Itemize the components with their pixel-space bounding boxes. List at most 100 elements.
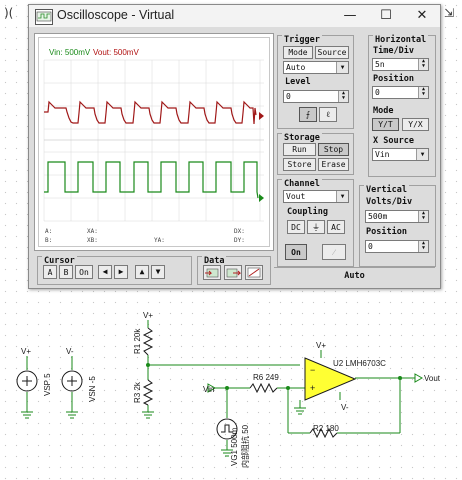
data-chart-button[interactable] <box>245 265 263 280</box>
vg1-label: VG1 500m <box>230 427 239 466</box>
time-div-label: Time/Div <box>373 46 414 56</box>
storage-group: Storage Run Stop Store Erase <box>277 133 354 175</box>
vertical-title: Vertical <box>364 185 409 195</box>
mode-yt-button[interactable]: Y/T <box>372 118 399 131</box>
trigger-source-button[interactable]: Source <box>315 46 349 59</box>
storage-run-button[interactable]: Run <box>283 143 316 156</box>
vout-marker <box>259 112 264 120</box>
r3-label: R3 2k <box>133 381 142 403</box>
opamp-minus: − <box>310 365 315 375</box>
channel-value: Vout <box>286 192 306 201</box>
cursor-down-button[interactable]: ▼ <box>151 265 165 279</box>
maximize-button[interactable]: ☐ <box>368 5 404 27</box>
trigger-mode-select[interactable]: Auto ▼ <box>283 61 349 74</box>
data-export-button[interactable] <box>224 265 242 280</box>
vout-port-icon <box>414 373 424 383</box>
step-up-icon: ▲ <box>139 267 145 276</box>
mode-yx-button[interactable]: Y/X <box>402 118 429 131</box>
chevron-down-icon: ▼ <box>336 191 348 202</box>
spinner-icon[interactable]: ▲ ▼ <box>418 59 428 70</box>
storage-erase-button[interactable]: Erase <box>318 158 349 171</box>
r1-label: R1 20k <box>133 328 142 354</box>
cursor-a-button[interactable]: A <box>43 265 57 279</box>
vout-label: Vout <box>424 374 441 383</box>
r3-resistor <box>142 379 154 406</box>
cursor-group: Cursor A B On ◀ ▶ ▲ ▼ <box>37 256 192 285</box>
export-icon <box>226 268 242 278</box>
opamp-plus: + <box>310 383 315 393</box>
trigger-group: Trigger Mode Source Auto ▼ Level 0 ▲ ▼ ⨍ … <box>277 35 354 129</box>
storage-store-button[interactable]: Store <box>283 158 316 171</box>
vsp-vplus-label: V+ <box>21 347 31 356</box>
x-source-label: X Source <box>373 136 414 146</box>
cursor-up-button[interactable]: ▲ <box>135 265 149 279</box>
trigger-level-label: Level <box>285 77 311 87</box>
opamp-label: U2 LMH6703C <box>333 359 386 368</box>
coupling-ac-button[interactable]: AC <box>327 220 345 234</box>
spinner-icon[interactable]: ▲ ▼ <box>418 87 428 98</box>
import-icon <box>205 268 219 278</box>
split-icon[interactable]: )( <box>4 6 13 20</box>
r1-vplus-label: V+ <box>143 311 153 320</box>
vg1-impedance-label: 内部阻抗 50 <box>240 424 250 468</box>
h-position-label: Position <box>373 74 414 84</box>
vsp-label: VSP 5 <box>43 373 52 396</box>
storage-stop-button[interactable]: Stop <box>318 143 349 156</box>
trigger-title: Trigger <box>282 35 322 45</box>
r2-label: R2 180 <box>313 424 339 433</box>
v-position-label: Position <box>366 227 407 237</box>
close-button[interactable]: ✕ <box>404 5 440 27</box>
right-toolbar-fragment: ⇲ <box>440 0 462 40</box>
source-marks <box>22 376 233 433</box>
schematic-wires <box>26 320 415 450</box>
vsn-label: VSN -5 <box>88 376 97 402</box>
oscilloscope-icon <box>35 9 53 25</box>
cursor-b-button[interactable]: B <box>59 265 73 279</box>
x-source-select[interactable]: Vin ▼ <box>372 148 429 161</box>
r6-resistor <box>249 382 278 394</box>
readout-xb: XB: <box>87 237 98 244</box>
expand-icon[interactable]: ⇲ <box>444 6 454 20</box>
chevron-down-icon: ▼ <box>336 62 348 73</box>
minimize-button[interactable]: — <box>332 5 368 27</box>
vin-marker <box>259 194 264 202</box>
v-position-input[interactable]: 0 ▲ ▼ <box>365 240 429 253</box>
coupling-label: Coupling <box>287 207 328 217</box>
data-import-button[interactable] <box>203 265 221 280</box>
spinner-icon[interactable]: ▲ ▼ <box>418 241 428 252</box>
channel-group: Channel Vout ▼ Coupling DC ⏚ AC On ⁄ <box>277 179 354 267</box>
vout-trace <box>44 100 257 125</box>
storage-title: Storage <box>282 133 322 143</box>
channel-on-button[interactable]: On <box>285 244 307 260</box>
volts-div-input[interactable]: 500m ▲ ▼ <box>365 210 429 223</box>
spinner-icon[interactable]: ▲ ▼ <box>338 91 348 102</box>
ground-icon: ⏚ <box>312 223 320 232</box>
volts-div-label: Volts/Div <box>366 197 413 207</box>
channel-select[interactable]: Vout ▼ <box>283 190 349 203</box>
trigger-mode-button[interactable]: Mode <box>283 46 313 59</box>
oscilloscope-window: Oscilloscope - Virtual — ☐ ✕ Vin: 500mV … <box>28 4 441 289</box>
trigger-rising-edge-button[interactable]: ⨍ <box>299 107 317 122</box>
schematic-components <box>16 327 338 440</box>
cursor-on-button[interactable]: On <box>75 265 93 279</box>
falling-edge-icon: ℓ <box>326 110 330 119</box>
readout-dy: DY: <box>234 237 245 244</box>
cursor-right-button[interactable]: ▶ <box>114 265 128 279</box>
step-down-icon: ▼ <box>155 267 161 276</box>
probe-button[interactable]: ⁄ <box>322 244 346 260</box>
spinner-icon[interactable]: ▲ ▼ <box>418 211 428 222</box>
readout-dx: DX: <box>234 228 245 235</box>
scope-grid <box>43 59 264 222</box>
coupling-gnd-button[interactable]: ⏚ <box>307 220 325 234</box>
trigger-level-input[interactable]: 0 ▲ ▼ <box>283 90 349 103</box>
arrow-left-icon: ◀ <box>102 267 108 276</box>
r1-resistor <box>142 327 154 356</box>
title-bar[interactable]: Oscilloscope - Virtual — ☐ ✕ <box>29 5 440 27</box>
trigger-falling-edge-button[interactable]: ℓ <box>319 107 337 122</box>
h-position-input[interactable]: 0 ▲ ▼ <box>372 86 429 99</box>
trigger-mode-value: Auto <box>286 63 306 72</box>
coupling-dc-button[interactable]: DC <box>287 220 305 234</box>
time-div-input[interactable]: 5n ▲ ▼ <box>372 58 429 71</box>
horizontal-title: Horizontal <box>373 35 429 45</box>
cursor-left-button[interactable]: ◀ <box>98 265 112 279</box>
